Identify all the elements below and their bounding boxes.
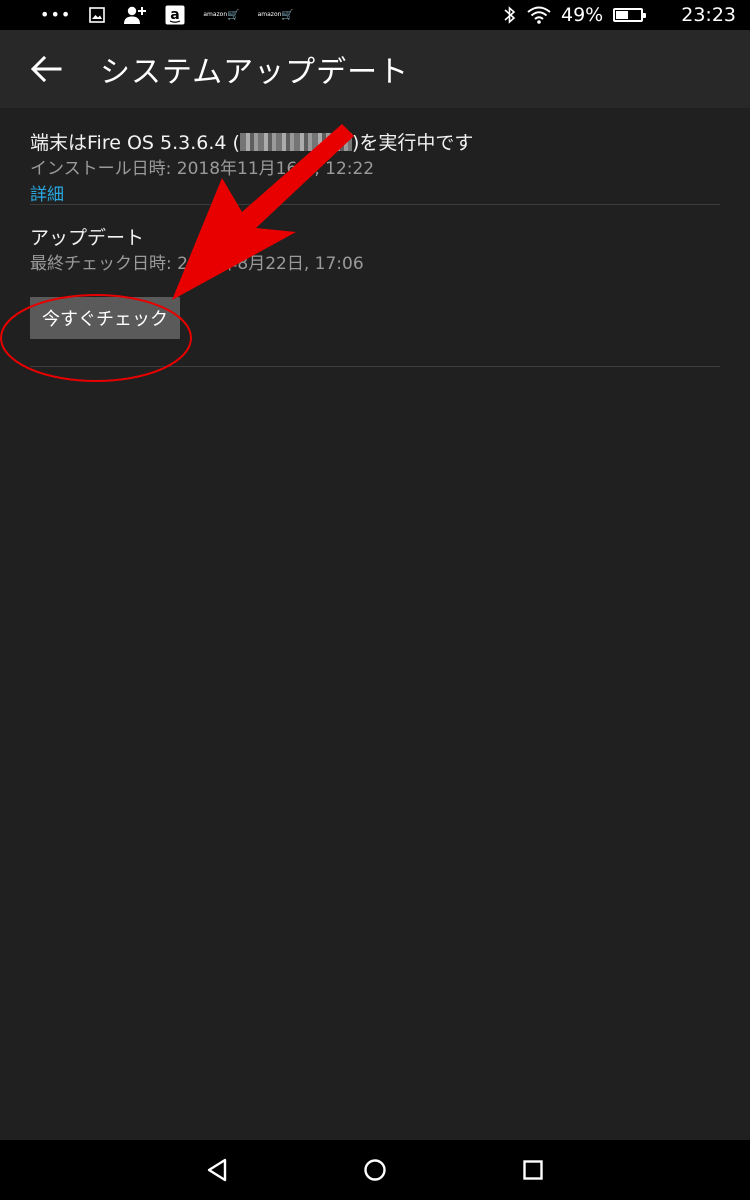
os-version-suffix: )を実行中です: [351, 132, 474, 154]
amazon-app-icon: a: [165, 5, 185, 25]
update-section: アップデート 最終チェック日時: 2019年8月22日, 17:06 今すぐチェ…: [30, 205, 720, 367]
battery-icon: [613, 8, 647, 22]
nav-recents-button[interactable]: [513, 1150, 553, 1190]
battery-level: [616, 11, 629, 19]
details-link[interactable]: 詳細: [30, 182, 64, 208]
bluetooth-icon: [503, 5, 517, 25]
update-heading: アップデート: [30, 227, 145, 249]
overflow-dots-icon: •••: [40, 5, 72, 24]
last-check-date: 最終チェック日時: 2019年8月22日, 17:06: [30, 254, 364, 274]
app-bar: システムアップデート: [0, 30, 750, 108]
battery-percent: 49%: [561, 4, 604, 26]
settings-content: 端末はFire OS 5.3.6.4 ( )を実行中です インストール日時: 20…: [30, 108, 720, 367]
navigation-bar: [0, 1140, 750, 1200]
os-version-line: 端末はFire OS 5.3.6.4 ( )を実行中です: [30, 130, 720, 156]
circle-home-icon: [364, 1159, 386, 1181]
triangle-back-icon: [207, 1158, 227, 1182]
check-now-button[interactable]: 今すぐチェック: [30, 297, 180, 339]
svg-text:a: a: [171, 7, 180, 23]
clock: 23:23: [681, 4, 736, 26]
arrow-left-icon: [30, 55, 62, 83]
page-title: システムアップデート: [100, 55, 410, 90]
system-icons: 49% 23:23: [503, 0, 736, 30]
amazon-cart-icon: amazon 🛒: [257, 9, 294, 21]
install-date: インストール日時: 2018年11月16日, 12:22: [30, 159, 375, 179]
image-icon: [89, 7, 106, 23]
status-bar: ••• a amazon 🛒 amazon 🛒 49% 23:23: [0, 0, 750, 30]
notification-icons: ••• a amazon 🛒 amazon 🛒: [40, 0, 294, 30]
nav-home-button[interactable]: [355, 1150, 395, 1190]
nav-back-button[interactable]: [197, 1150, 237, 1190]
add-person-icon: [123, 5, 147, 25]
os-version-prefix: 端末はFire OS 5.3.6.4 (: [30, 132, 240, 154]
os-info-section: 端末はFire OS 5.3.6.4 ( )を実行中です インストール日時: 20…: [30, 108, 720, 205]
redacted-build-number: [239, 133, 352, 151]
amazon-cart-icon: amazon 🛒: [203, 9, 240, 21]
square-recents-icon: [523, 1160, 543, 1180]
back-button[interactable]: [16, 39, 76, 99]
wifi-icon: [527, 6, 551, 24]
